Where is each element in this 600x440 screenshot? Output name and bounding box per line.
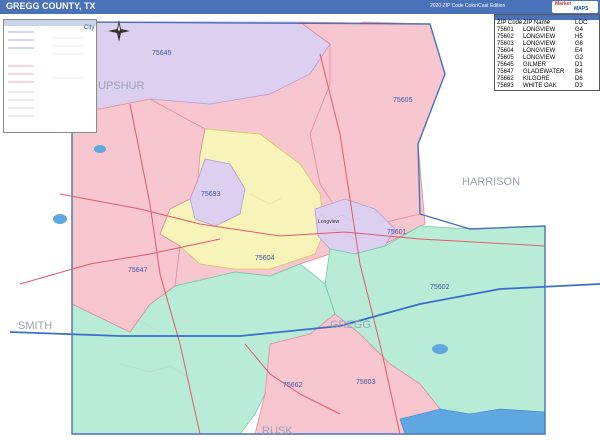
name-cell: KILGORE — [523, 76, 550, 82]
zip-label-75601: 75601 — [387, 229, 407, 236]
brand-logo: Market MAPS — [552, 1, 598, 13]
zip-code-table: ZIP Code ZIP Name LOC 75601 LONGVIEW G4 75… — [494, 14, 600, 91]
zip-label-75645: 75645 — [152, 50, 172, 57]
table-row: 75604 LONGVIEW E4 — [495, 48, 599, 55]
loc-cell: D1 — [575, 62, 583, 68]
table-row: 75645 GILMER D1 — [495, 62, 599, 69]
county-label-rusk: RUSK — [262, 425, 293, 437]
zip-label-75693: 75693 — [201, 191, 221, 198]
zip-cell: 75645 — [497, 62, 514, 68]
zip-cell: 75662 — [497, 76, 514, 82]
name-cell: LONGVIEW — [523, 55, 556, 61]
zip-label-75602: 75602 — [430, 284, 450, 291]
loc-cell: G6 — [575, 41, 584, 47]
city-label-longview: Longview — [318, 219, 340, 225]
loc-cell: D3 — [575, 83, 583, 89]
zip-cell: 75601 — [497, 27, 514, 33]
brand-text-a: Market — [555, 1, 572, 7]
name-cell: LONGVIEW — [523, 34, 556, 40]
table-row: 75647 GLADEWATER B4 — [495, 69, 599, 76]
name-col-header: ZIP Name — [523, 20, 550, 26]
name-cell: GLADEWATER — [523, 69, 565, 75]
map-legend: City — [3, 19, 97, 133]
loc-cell: B4 — [575, 69, 583, 75]
compass-icon — [108, 20, 130, 42]
zip-cell: 75647 — [497, 69, 514, 75]
zip-cell: 75605 — [497, 55, 514, 61]
legend-symbols — [8, 31, 82, 117]
loc-cell: H5 — [575, 34, 583, 40]
table-row: 75693 WHITE OAK D3 — [495, 83, 599, 90]
table-row: 75662 KILGORE D6 — [495, 76, 599, 83]
zip-table-header: ZIP Code ZIP Name LOC — [495, 20, 599, 27]
zip-cell: 75603 — [497, 41, 514, 47]
edition-label: 2020 ZIP Code Color/Cast Edition — [430, 3, 506, 9]
name-cell: GILMER — [523, 62, 547, 68]
loc-cell: E4 — [575, 48, 583, 54]
loc-cell: D6 — [575, 76, 583, 82]
zip-label-75605: 75605 — [393, 97, 413, 104]
map-title: GREGG COUNTY, TX — [6, 1, 96, 11]
table-row: 75603 LONGVIEW G6 — [495, 41, 599, 48]
zip-label-75604: 75604 — [255, 255, 275, 262]
name-cell: LONGVIEW — [523, 48, 556, 54]
table-row: 75605 LONGVIEW G2 — [495, 55, 599, 62]
table-row: 75602 LONGVIEW H5 — [495, 34, 599, 41]
name-cell: LONGVIEW — [523, 27, 556, 33]
zip-col-header: ZIP Code — [497, 20, 523, 26]
zip-cell: 75602 — [497, 34, 514, 40]
map-page: GREGG COUNTY, TX 2020 ZIP Code Color/Cas… — [0, 0, 600, 440]
zip-cell: 75693 — [497, 83, 514, 89]
loc-col-header: LOC — [575, 20, 588, 26]
legend-city-label: City — [84, 25, 95, 31]
pond-2 — [94, 145, 106, 153]
title-bar: GREGG COUNTY, TX 2020 ZIP Code Color/Cas… — [0, 0, 600, 14]
loc-cell: G4 — [575, 27, 584, 33]
zip-label-75662: 75662 — [283, 382, 303, 389]
county-label-harrison: HARRISON — [462, 176, 520, 188]
name-cell: LONGVIEW — [523, 41, 556, 47]
county-label-smith: SMITH — [18, 320, 52, 332]
zip-cell: 75604 — [497, 48, 514, 54]
zip-label-75603: 75603 — [356, 379, 376, 386]
pond-1 — [432, 344, 448, 354]
table-row: 75601 LONGVIEW G4 — [495, 27, 599, 34]
brand-text-b: MAPS — [574, 6, 589, 12]
county-label-upshur: UPSHUR — [98, 80, 145, 92]
name-cell: WHITE OAK — [523, 83, 557, 89]
pond-3 — [53, 214, 67, 224]
loc-cell: G2 — [575, 55, 584, 61]
county-label-gregg: GREGG — [330, 319, 371, 331]
zip-label-75647: 75647 — [128, 267, 148, 274]
